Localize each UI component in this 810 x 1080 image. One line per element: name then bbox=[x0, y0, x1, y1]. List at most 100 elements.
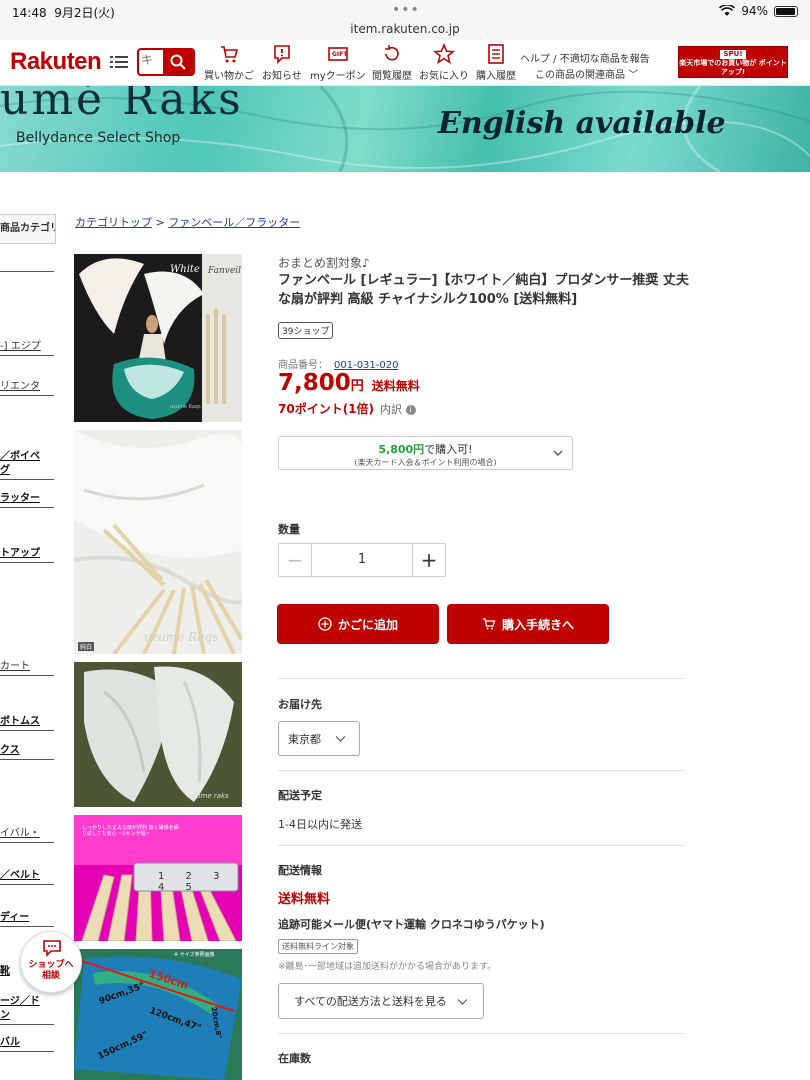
product-image-fan-spread bbox=[74, 662, 242, 807]
product-thumbnail-2[interactable]: 純白 uzume Raqs bbox=[74, 430, 242, 654]
quantity-label: 数量 bbox=[278, 523, 300, 536]
card-promo-dropdown[interactable]: 5,800円で購入可! (楽天カード入会＆ポイント利用の場合) bbox=[278, 436, 573, 470]
checkout-button[interactable]: 購入手続きへ bbox=[447, 604, 609, 644]
coupon-icon: GIFT bbox=[328, 47, 348, 61]
cart-icon bbox=[482, 618, 496, 630]
sidebar-item[interactable]: カート bbox=[0, 657, 54, 676]
spu-badge: SPU! bbox=[720, 50, 746, 59]
product-image-dancer bbox=[74, 254, 242, 422]
quantity-stepper: − 1 + bbox=[278, 543, 446, 577]
shipping-note: ※離島･一部地域は追加送料がかかる場合があります。 bbox=[278, 962, 497, 972]
product-thumbnail-5[interactable]: ※ サイズ参照画像 150cm 90cm,35" 120cm,47" 150cm… bbox=[74, 949, 242, 1080]
search-button[interactable] bbox=[163, 50, 193, 74]
product-thumbnail-1[interactable]: White Fanveil uzume Raqs bbox=[74, 254, 242, 422]
search-input[interactable] bbox=[141, 53, 161, 67]
sidebar-item[interactable]: トアップ bbox=[0, 544, 54, 563]
nav-notifications-label: お知らせ bbox=[262, 71, 302, 82]
nav-favorites[interactable]: お気に入り bbox=[419, 43, 469, 82]
product-image-silk-fan bbox=[74, 430, 242, 654]
search-icon bbox=[170, 54, 186, 70]
history-icon bbox=[385, 45, 399, 61]
nav-history[interactable]: 閲覧履歴 bbox=[372, 43, 412, 82]
free-shipping-label: 送料無料 bbox=[278, 892, 331, 907]
sidebar-item[interactable]: リエンタ bbox=[0, 377, 54, 396]
quantity-increase-button[interactable]: + bbox=[412, 544, 445, 576]
nav-coupon[interactable]: GIFT myクーポン bbox=[310, 43, 366, 82]
cart-icon bbox=[221, 46, 239, 63]
product-sku: 商品番号： 001-031-020 bbox=[278, 360, 399, 371]
rakuten-logo[interactable]: Rakuten bbox=[10, 48, 102, 76]
thumb-label-fanveil: Fanveil bbox=[208, 266, 241, 276]
help-link[interactable]: ヘルプ / 不適切な商品を報告 bbox=[520, 50, 650, 65]
quantity-value[interactable]: 1 bbox=[312, 544, 412, 576]
thumb-size-note: ※ サイズ参照画像 bbox=[174, 952, 215, 958]
sidebar-item[interactable]: ン bbox=[0, 1006, 54, 1025]
svg-text:GIFT: GIFT bbox=[332, 51, 348, 58]
add-to-cart-button[interactable]: かごに追加 bbox=[277, 604, 439, 644]
thumb-brand: uzume raks bbox=[188, 792, 229, 800]
sidebar-item[interactable]: ボトムス bbox=[0, 712, 54, 731]
shop-banner[interactable]: umé Raks Bellydance Select Shop English … bbox=[0, 86, 810, 172]
chevron-down-icon bbox=[335, 736, 346, 742]
tab-dots[interactable]: ••• bbox=[392, 2, 420, 18]
divider bbox=[278, 1033, 685, 1034]
sidebar-item[interactable]: ／ベルト bbox=[0, 866, 54, 885]
nav-cart[interactable]: 買い物かご bbox=[204, 43, 254, 82]
product-price: 7,800円 送料無料 bbox=[278, 370, 420, 396]
banner-english: English available bbox=[438, 106, 726, 141]
shop-consult-button[interactable]: ショップへ 相談 bbox=[20, 931, 82, 993]
nav-favorites-label: お気に入り bbox=[419, 71, 469, 82]
category-tab[interactable]: 商品カテゴリ bbox=[0, 214, 56, 244]
sidebar-item[interactable]: ディー bbox=[0, 908, 54, 927]
related-products-link[interactable]: この商品の関連商品 ﹀ bbox=[535, 66, 638, 81]
sidebar-item[interactable]: バル bbox=[0, 1033, 54, 1052]
nav-notifications[interactable]: お知らせ bbox=[262, 43, 302, 82]
receipt-icon bbox=[488, 44, 504, 64]
product-thumbnail-3[interactable]: uzume raks bbox=[74, 662, 242, 807]
product-catchcopy: おまとめ割対象♪ bbox=[278, 256, 370, 270]
url-bar[interactable]: item.rakuten.co.jp bbox=[0, 22, 810, 36]
sidebar-item[interactable]: イバル・ bbox=[0, 824, 54, 843]
thumb-brand: uzume Raqs bbox=[144, 630, 219, 644]
thumb-note: しっかりした丈夫な扇が評判 扱く破損を繰り返しても安心 ~1センチ幅~ bbox=[82, 825, 179, 837]
spu-text: 楽天市場でのお買い物が ポイントアップ! bbox=[679, 59, 787, 76]
sidebar-divider bbox=[0, 271, 54, 272]
battery-percent: 94% bbox=[741, 4, 768, 18]
all-shipping-methods-button[interactable]: すべての配送方法と送料を見る bbox=[278, 983, 484, 1019]
status-indicators: 94% bbox=[719, 4, 798, 18]
nav-history-label: 閲覧履歴 bbox=[372, 71, 412, 82]
sidebar-item[interactable]: ラッター bbox=[0, 489, 54, 508]
list-menu-icon[interactable] bbox=[110, 54, 128, 70]
search-box bbox=[137, 48, 195, 76]
thumb-label-white: White bbox=[170, 264, 200, 275]
breadcrumb-separator: > bbox=[155, 216, 165, 229]
sidebar-item[interactable]: クス bbox=[0, 741, 54, 760]
nav-purchase-history-label: 購入履歴 bbox=[476, 71, 516, 82]
nav-purchase-history[interactable]: 購入履歴 bbox=[476, 43, 516, 82]
sidebar-item[interactable]: -] エジプ bbox=[0, 337, 54, 356]
banner-shop-name: umé Raks bbox=[0, 86, 244, 125]
price-value: 7,800 bbox=[278, 370, 351, 396]
shipping-info-label: 配送情報 bbox=[278, 864, 322, 877]
thumb-ruler-marks: 1 2 3 4 5 bbox=[158, 871, 229, 893]
shop-39-badge: 39ショップ bbox=[278, 322, 334, 339]
spu-banner[interactable]: SPU! 楽天市場でのお買い物が ポイントアップ! bbox=[678, 46, 788, 78]
chevron-down-icon: ﹀ bbox=[628, 70, 639, 81]
price-free-shipping: 送料無料 bbox=[371, 379, 420, 393]
quantity-decrease-button[interactable]: − bbox=[279, 544, 312, 576]
breadcrumb-fanveil[interactable]: ファンベール／フラッター bbox=[168, 216, 300, 229]
thumb-tag-pure-white: 純白 bbox=[78, 642, 95, 651]
nav-cart-label: 買い物かご bbox=[204, 71, 254, 82]
sidebar-item[interactable]: グ bbox=[0, 461, 54, 480]
breadcrumb-category-top[interactable]: カテゴリトップ bbox=[75, 216, 152, 229]
nav-coupon-label: myクーポン bbox=[310, 71, 366, 82]
info-icon: i bbox=[405, 405, 416, 415]
status-time: 14:48 9月2日(火) bbox=[12, 6, 115, 20]
product-thumbnail-4[interactable]: しっかりした丈夫な扇が評判 扱く破損を繰り返しても安心 ~1センチ幅~ 1 2 … bbox=[74, 815, 242, 941]
prefecture-select[interactable]: 東京都 bbox=[278, 721, 360, 756]
divider bbox=[278, 770, 685, 771]
price-yen: 円 bbox=[350, 379, 364, 394]
delivery-to-label: お届け先 bbox=[278, 698, 322, 711]
wifi-icon bbox=[719, 5, 736, 16]
points-breakdown-link[interactable]: 内訳 i bbox=[380, 403, 416, 416]
